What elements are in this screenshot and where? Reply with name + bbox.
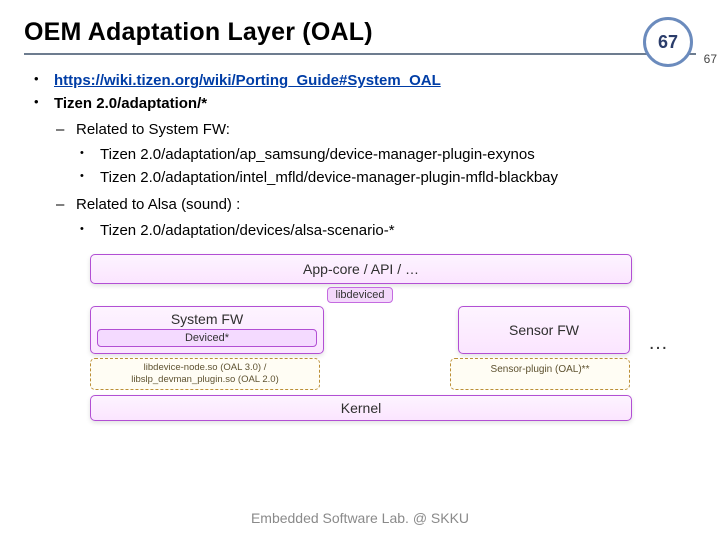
box-kernel: Kernel [90, 395, 632, 421]
bullet-list: https://wiki.tizen.org/wiki/Porting_Guid… [24, 69, 696, 242]
architecture-diagram: App-core / API / … libdeviced System FW … [90, 254, 630, 421]
bullet-alsa-scenario: Tizen 2.0/adaptation/devices/alsa-scenar… [94, 219, 696, 242]
bullet-mfld-plugin: Tizen 2.0/adaptation/intel_mfld/device-m… [94, 166, 696, 189]
box-app-core: App-core / API / … [90, 254, 632, 284]
wiki-link[interactable]: https://wiki.tizen.org/wiki/Porting_Guid… [54, 72, 441, 89]
sub-bullet-alsa: Related to Alsa (sound) : [76, 196, 240, 213]
page-number-small: 67 [704, 52, 717, 66]
box-sensor-fw: Sensor FW [458, 306, 630, 354]
bullet-adaptation-path: Tizen 2.0/adaptation/* [54, 95, 207, 112]
slide-number: 67 [643, 17, 693, 67]
box-oal-libdevice: libdevice-node.so (OAL 3.0) / libslp_dev… [90, 358, 320, 390]
box-sensor-plugin-oal: Sensor-plugin (OAL)** [450, 358, 630, 390]
oal-left-line1: libdevice-node.so (OAL 3.0) / [95, 362, 315, 374]
box-libdeviced: libdeviced [327, 287, 394, 303]
footer-text: Embedded Software Lab. @ SKKU [0, 510, 720, 526]
oal-left-line2: libslp_devman_plugin.so (OAL 2.0) [95, 374, 315, 386]
label-system-fw: System FW [97, 311, 317, 327]
page-title: OEM Adaptation Layer (OAL) [24, 18, 373, 47]
sub-bullet-system-fw: Related to System FW: [76, 121, 230, 138]
box-deviced: Deviced* [97, 329, 317, 347]
bullet-exynos-plugin: Tizen 2.0/adaptation/ap_samsung/device-m… [94, 143, 696, 166]
slide-number-badge: 67 [640, 14, 696, 70]
box-system-fw: System FW Deviced* [90, 306, 324, 354]
ellipsis-icon: … [648, 332, 670, 355]
